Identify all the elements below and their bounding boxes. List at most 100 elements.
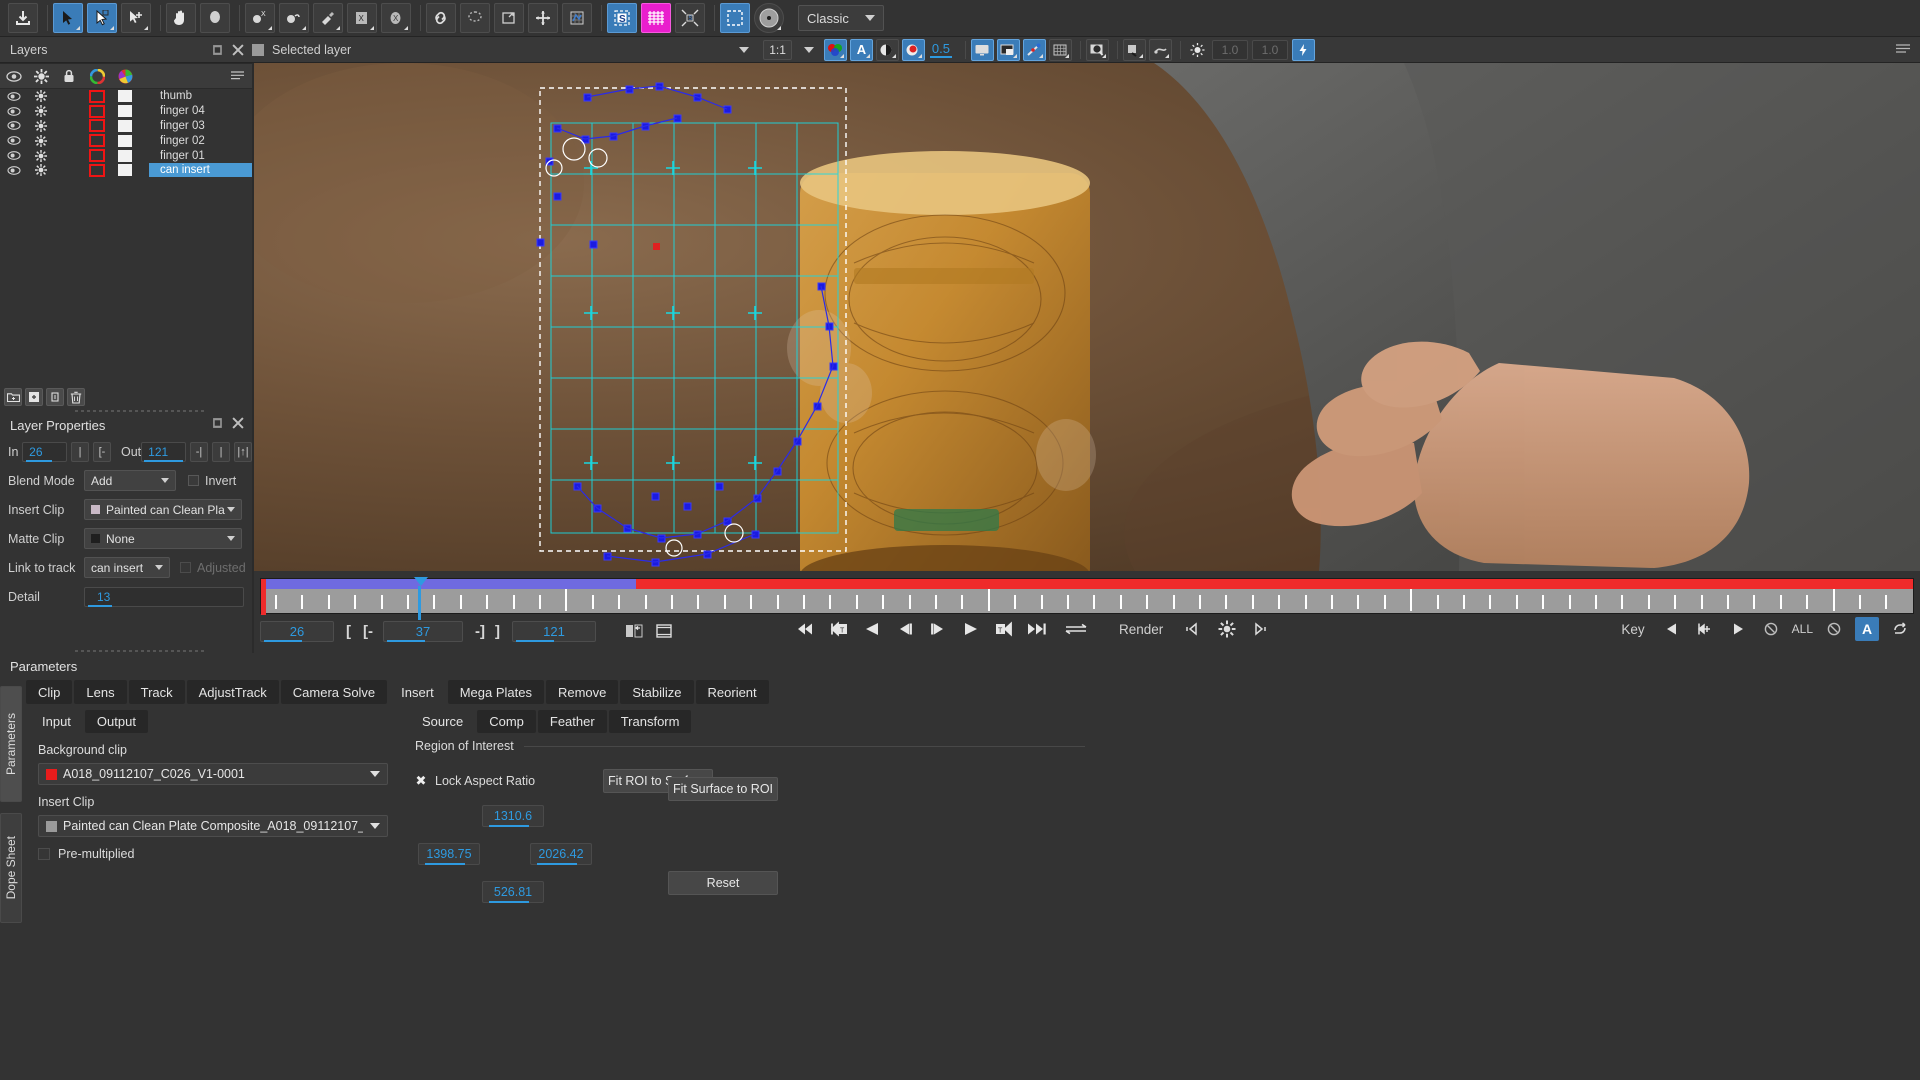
- pre-multiplied-checkbox[interactable]: [38, 848, 50, 860]
- step-back-icon[interactable]: [893, 617, 917, 641]
- delete-key-icon[interactable]: [1759, 617, 1783, 641]
- lasso-icon[interactable]: [460, 3, 490, 33]
- surface-s-icon[interactable]: S: [607, 3, 637, 33]
- grid-magenta-icon[interactable]: [641, 3, 671, 33]
- insert-clip-dropdown[interactable]: Painted can Clean Pla: [84, 499, 242, 520]
- render-preview-icon[interactable]: [1182, 617, 1206, 641]
- out-bracket[interactable]: ]: [495, 623, 500, 640]
- layer-settings-icon[interactable]: [27, 90, 55, 103]
- module-tab-lens[interactable]: Lens: [74, 680, 127, 704]
- add-key-icon[interactable]: [1693, 617, 1717, 641]
- next-key-icon[interactable]: [1726, 617, 1750, 641]
- io-tab-output[interactable]: Output: [84, 710, 148, 733]
- mark-in-from-button[interactable]: [-: [93, 441, 111, 462]
- layer-color-outline[interactable]: [83, 134, 111, 148]
- float-panel-icon-lp[interactable]: [212, 417, 224, 429]
- new-folder-icon[interactable]: [4, 388, 22, 406]
- insert-clip-dropdown-params[interactable]: Painted can Clean Plate Composite_A018_0…: [38, 815, 388, 837]
- scale-corner-icon[interactable]: [494, 3, 524, 33]
- ripple-icon[interactable]: [1122, 38, 1146, 61]
- render-settings-icon[interactable]: [1215, 617, 1239, 641]
- float-panel-icon[interactable]: [212, 44, 224, 56]
- gear-icon[interactable]: [27, 68, 55, 84]
- opacity-value[interactable]: 0.5: [929, 41, 952, 58]
- lock-icon[interactable]: [55, 69, 83, 83]
- link-chain-icon[interactable]: [426, 3, 456, 33]
- delete-layer-icon[interactable]: [67, 388, 85, 406]
- zoom-ratio-display[interactable]: 1:1: [763, 39, 792, 60]
- layer-settings-icon[interactable]: [27, 134, 55, 147]
- render-output-icon[interactable]: [1248, 617, 1272, 641]
- side-tab-parameters[interactable]: Parameters: [0, 686, 22, 802]
- trim-clip-icon[interactable]: [652, 619, 676, 643]
- rotate-icon[interactable]: [279, 3, 309, 33]
- layer-row[interactable]: finger 02: [0, 133, 252, 148]
- layer-name-cell[interactable]: finger 03: [149, 119, 252, 133]
- layer-color-fill[interactable]: [111, 149, 139, 162]
- layer-row[interactable]: thumb: [0, 89, 252, 104]
- color-channels-icon[interactable]: [823, 38, 847, 61]
- layer-name-cell[interactable]: finger 02: [149, 134, 252, 148]
- layer-row[interactable]: can insert: [0, 163, 252, 178]
- layer-color-outline[interactable]: [83, 119, 111, 133]
- layer-visibility-icon[interactable]: [0, 136, 27, 146]
- viewer-canvas[interactable]: [254, 63, 1920, 571]
- layer-settings-icon[interactable]: [27, 164, 55, 177]
- zoom-magnifier-icon[interactable]: [200, 3, 230, 33]
- layer-name-cell[interactable]: can insert: [149, 163, 252, 178]
- color-wheel-icon[interactable]: [83, 68, 111, 84]
- brightness-icon[interactable]: [1186, 39, 1209, 61]
- chevron-down-zoom-icon[interactable]: [803, 46, 814, 53]
- layer-row[interactable]: finger 03: [0, 119, 252, 134]
- module-tab-camera-solve[interactable]: Camera Solve: [280, 680, 388, 704]
- loop-range-icon[interactable]: [1064, 617, 1088, 641]
- eye-icon[interactable]: [0, 70, 27, 82]
- adjusted-checkbox[interactable]: [180, 562, 191, 573]
- matte-toggle-icon[interactable]: [875, 38, 899, 61]
- layer-visibility-icon[interactable]: [0, 106, 27, 116]
- layer-name-cell[interactable]: finger 04: [149, 104, 252, 118]
- roi-left-field[interactable]: 1398.75: [418, 843, 480, 865]
- surface-tab-transform[interactable]: Transform: [608, 710, 692, 733]
- in-from-bracket[interactable]: [-: [363, 623, 373, 640]
- close-icon[interactable]: [232, 43, 244, 56]
- grid-overlay-icon[interactable]: [1048, 38, 1072, 61]
- surface-tab-source[interactable]: Source: [410, 710, 475, 733]
- end-frame-field[interactable]: 121: [512, 620, 596, 642]
- detail-field[interactable]: 13: [84, 586, 244, 607]
- invert-checkbox[interactable]: [188, 475, 199, 486]
- spline-preview-icon[interactable]: [1022, 38, 1046, 61]
- go-to-start-icon[interactable]: [794, 617, 818, 641]
- select-arrow-icon[interactable]: [53, 3, 83, 33]
- new-layer-icon[interactable]: [25, 388, 43, 406]
- roi-right-field[interactable]: 2026.42: [530, 843, 592, 865]
- go-to-end-icon[interactable]: [1025, 617, 1049, 641]
- roi-bottom-field[interactable]: 526.81: [482, 881, 544, 903]
- layer-name-cell[interactable]: finger 01: [149, 149, 252, 163]
- prev-key-icon[interactable]: [1660, 617, 1684, 641]
- roi-marquee-icon[interactable]: [720, 3, 750, 33]
- delete-all-keys-icon[interactable]: [1822, 617, 1846, 641]
- module-tab-remove[interactable]: Remove: [545, 680, 619, 704]
- layer-name-cell[interactable]: thumb: [149, 89, 252, 103]
- module-tab-stabilize[interactable]: Stabilize: [620, 680, 694, 704]
- close-icon-lp[interactable]: [232, 417, 244, 429]
- playhead[interactable]: [413, 577, 428, 620]
- reset-button[interactable]: Reset: [668, 871, 778, 895]
- alpha-a-icon[interactable]: A: [849, 38, 873, 61]
- layer-visibility-icon[interactable]: [0, 121, 27, 131]
- timeline-range-bar[interactable]: [261, 579, 636, 589]
- play-reverse-icon[interactable]: [860, 617, 884, 641]
- loop-icon[interactable]: [1888, 617, 1912, 641]
- next-keyframe-icon[interactable]: T: [992, 617, 1016, 641]
- sphere-icon[interactable]: [754, 3, 784, 33]
- layer-row[interactable]: finger 01: [0, 148, 252, 163]
- step-forward-icon[interactable]: [926, 617, 950, 641]
- layer-color-outline[interactable]: [83, 104, 111, 118]
- layer-color-fill[interactable]: [111, 134, 139, 147]
- set-range-button[interactable]: |↑|: [234, 441, 253, 462]
- layer-settings-icon[interactable]: [27, 105, 55, 118]
- duplicate-layer-icon[interactable]: [46, 388, 64, 406]
- timeline-in-marker[interactable]: [261, 579, 266, 615]
- overlay-red-icon[interactable]: [901, 38, 925, 61]
